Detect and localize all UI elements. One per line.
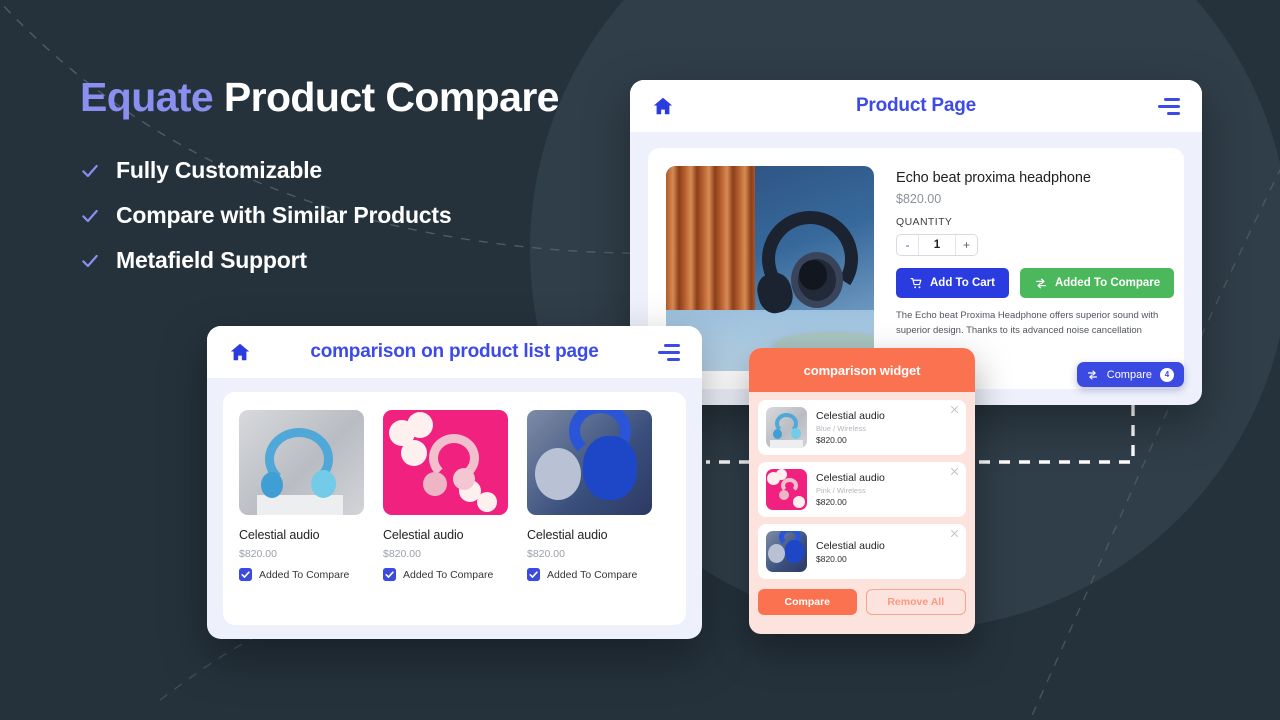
product-actions: Add To Cart Added To Compare — [896, 268, 1175, 298]
comparison-list-item[interactable]: Celestial audio $820.00 — [758, 524, 966, 579]
add-to-cart-label: Add To Cart — [930, 277, 995, 289]
feature-label: Compare with Similar Products — [116, 202, 452, 229]
check-icon — [82, 254, 98, 267]
checkbox-checked-icon[interactable] — [239, 568, 252, 581]
quantity-stepper[interactable]: - 1 + — [896, 234, 978, 256]
page-title-accent: Equate — [80, 74, 214, 120]
added-to-compare-label: Added To Compare — [403, 568, 494, 581]
item-text: Celestial audio Pink / Wireless $820.00 — [816, 472, 958, 507]
compare-arrows-icon — [1087, 369, 1097, 380]
item-thumbnail — [766, 407, 807, 448]
quantity-decrement-button[interactable]: - — [897, 235, 918, 255]
item-name: Celestial audio — [816, 539, 885, 552]
floating-compare-button[interactable]: Compare 4 — [1076, 362, 1184, 387]
product-list-title: comparison on product list page — [310, 341, 599, 362]
home-icon[interactable] — [229, 341, 251, 363]
page-title: Equate Product Compare — [80, 74, 620, 121]
checkbox-checked-icon[interactable] — [383, 568, 396, 581]
checkbox-checked-icon[interactable] — [527, 568, 540, 581]
item-variant: Pink / Wireless — [816, 486, 866, 495]
home-icon[interactable] — [652, 95, 674, 117]
comparison-widget: comparison widget Celestial audio Blue /… — [749, 348, 975, 634]
product-page-topbar: Product Page — [630, 80, 1202, 132]
comparison-list-item[interactable]: Celestial audio Pink / Wireless $820.00 — [758, 462, 966, 517]
feature-label: Fully Customizable — [116, 157, 322, 184]
feature-list: Fully Customizable Compare with Similar … — [80, 157, 620, 274]
item-name: Celestial audio — [816, 410, 885, 422]
hero-section: Equate Product Compare Fully Customizabl… — [80, 74, 620, 292]
product-list-topbar: comparison on product list page — [207, 326, 702, 378]
compare-arrows-icon — [1035, 278, 1046, 288]
item-price: $820.00 — [816, 553, 847, 564]
feature-label: Metafield Support — [116, 247, 307, 274]
product-name: Celestial audio — [527, 528, 608, 542]
product-card[interactable]: Celestial audio $820.00 Added To Compare — [383, 410, 508, 581]
product-thumbnail — [239, 410, 364, 515]
quantity-increment-button[interactable]: + — [956, 235, 977, 255]
product-price: $820.00 — [239, 548, 277, 560]
added-to-compare-checkbox-row[interactable]: Added To Compare — [239, 568, 364, 581]
added-to-compare-label: Added To Compare — [259, 568, 350, 581]
close-icon[interactable] — [950, 467, 959, 476]
item-variant: Blue / Wireless — [816, 424, 867, 433]
feature-item: Metafield Support — [80, 247, 620, 274]
product-list-body: Celestial audio $820.00 Added To Compare — [207, 378, 702, 639]
product-thumbnail — [383, 410, 508, 515]
comparison-widget-actions: Compare Remove All — [749, 586, 975, 615]
add-to-cart-button[interactable]: Add To Cart — [896, 268, 1009, 298]
product-card[interactable]: Celestial audio $820.00 Added To Compare — [527, 410, 652, 581]
quantity-value[interactable]: 1 — [918, 235, 956, 255]
item-price: $820.00 — [816, 435, 847, 445]
floating-compare-label: Compare — [1106, 368, 1152, 381]
item-text: Celestial audio Blue / Wireless $820.00 — [816, 410, 958, 445]
widget-remove-all-button[interactable]: Remove All — [865, 589, 966, 615]
item-thumbnail — [766, 531, 807, 572]
quantity-label: QUANTITY — [896, 216, 953, 228]
added-to-compare-checkbox-row[interactable]: Added To Compare — [527, 568, 652, 581]
item-price: $820.00 — [816, 497, 847, 507]
comparison-widget-title: comparison widget — [803, 362, 921, 378]
product-card[interactable]: Celestial audio $820.00 Added To Compare — [239, 410, 364, 581]
close-icon[interactable] — [950, 529, 959, 538]
added-to-compare-button[interactable]: Added To Compare — [1019, 268, 1175, 298]
product-grid: Celestial audio $820.00 Added To Compare — [223, 392, 686, 625]
item-thumbnail — [766, 469, 807, 510]
product-info: Echo beat proxima headphone $820.00 QUAN… — [896, 166, 1175, 371]
comparison-list-item[interactable]: Celestial audio Blue / Wireless $820.00 — [758, 400, 966, 455]
item-name: Celestial audio — [816, 472, 885, 484]
product-description: The Echo beat Proxima Headphone offers s… — [896, 310, 1159, 336]
page-title-rest: Product Compare — [213, 74, 560, 120]
check-icon — [82, 164, 98, 177]
check-icon — [82, 209, 98, 222]
comparison-widget-header: comparison widget — [749, 348, 975, 392]
product-page-title: Product Page — [855, 95, 977, 116]
widget-compare-button[interactable]: Compare — [758, 589, 857, 615]
product-thumbnail — [527, 410, 652, 515]
comparison-widget-list: Celestial audio Blue / Wireless $820.00 … — [749, 392, 975, 579]
product-title: Echo beat proxima headphone — [896, 170, 1091, 186]
product-price: $820.00 — [527, 548, 565, 560]
cart-icon — [910, 277, 922, 288]
added-to-compare-checkbox-row[interactable]: Added To Compare — [383, 568, 508, 581]
close-icon[interactable] — [950, 405, 959, 414]
product-price: $820.00 — [896, 192, 942, 206]
hamburger-icon[interactable] — [658, 343, 680, 361]
feature-item: Fully Customizable — [80, 157, 620, 184]
compare-count-badge: 4 — [1160, 367, 1174, 382]
feature-item: Compare with Similar Products — [80, 202, 620, 229]
added-to-compare-label: Added To Compare — [547, 568, 638, 581]
hamburger-icon[interactable] — [1158, 97, 1180, 115]
product-name: Celestial audio — [239, 528, 320, 542]
product-list-card: comparison on product list page Celestia… — [207, 326, 702, 639]
product-price: $820.00 — [383, 548, 421, 560]
item-text: Celestial audio $820.00 — [816, 540, 958, 564]
product-name: Celestial audio — [383, 528, 464, 542]
added-to-compare-label: Added To Compare — [1054, 277, 1161, 289]
